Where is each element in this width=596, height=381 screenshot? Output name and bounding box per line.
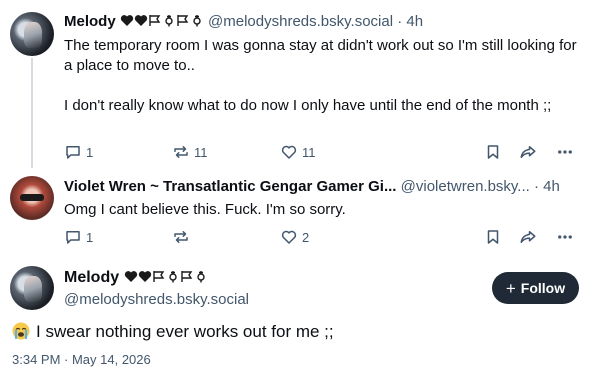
reply-button[interactable]: 1 — [64, 142, 93, 162]
repost-button[interactable]: 11 — [172, 142, 208, 162]
post2-header: Violet Wren ~ Transatlantic Gengar Gamer… — [64, 177, 560, 197]
main-handle[interactable]: @melodyshreds.bsky.social — [64, 291, 249, 308]
black-heart-icon — [138, 271, 151, 282]
transgender-symbol-icon — [196, 271, 205, 283]
main-post-text: I swear nothing ever works out for me ;; — [36, 322, 334, 341]
white-flag-icon — [149, 15, 161, 26]
reply-count: 1 — [86, 144, 94, 160]
share-button[interactable] — [519, 227, 537, 247]
post2-time[interactable]: 4h — [543, 178, 560, 195]
transgender-symbol-icon — [165, 15, 173, 27]
name-emoji-decoration — [124, 269, 208, 286]
plus-icon: + — [505, 278, 516, 298]
white-flag-icon — [152, 271, 164, 282]
post1-display-name[interactable]: Melody — [64, 13, 116, 30]
reply-button[interactable]: 1 — [64, 227, 93, 247]
black-heart-icon — [120, 15, 134, 26]
white-flag-icon — [180, 271, 192, 282]
post1-paragraph: I don't really know what to do now I onl… — [64, 97, 552, 114]
reply-count: 1 — [86, 229, 94, 245]
post1-text: The temporary room I was gonna stay at d… — [64, 36, 584, 116]
like-button[interactable]: 11 — [280, 142, 316, 162]
follow-button[interactable]: + Follow — [492, 272, 579, 304]
post1-time[interactable]: 4h — [406, 13, 423, 30]
like-button[interactable]: 2 — [280, 227, 309, 247]
post2-actions: 1 2 — [64, 227, 584, 247]
repost-icon — [174, 231, 188, 243]
main-post-author: Melody — [64, 268, 208, 288]
transgender-symbol-icon — [168, 271, 177, 283]
post1-paragraph: The temporary room I was gonna stay at d… — [64, 37, 577, 74]
like-count: 2 — [302, 229, 310, 245]
bookmark-button[interactable] — [484, 142, 502, 162]
share-icon — [520, 146, 536, 158]
post2-handle[interactable]: @violetwren.bsky... — [401, 178, 530, 195]
repost-icon — [174, 146, 188, 158]
violet-avatar[interactable] — [10, 176, 54, 220]
separator-dot: · — [397, 13, 403, 30]
main-handle-row: @melodyshreds.bsky.social — [64, 290, 249, 310]
share-button[interactable] — [519, 142, 537, 162]
black-heart-icon — [134, 15, 148, 26]
post1-header: Melody @melodyshreds.bsky.social · 4h — [64, 12, 423, 32]
white-flag-icon — [177, 15, 189, 26]
repost-button[interactable] — [172, 227, 194, 247]
post1-handle[interactable]: @melodyshreds.bsky.social — [208, 13, 393, 30]
like-icon — [281, 145, 297, 159]
melody-avatar[interactable] — [10, 266, 54, 310]
post-timestamp[interactable]: 3:34 PM · May 14, 2026 — [12, 352, 151, 367]
transgender-symbol-icon — [193, 15, 201, 27]
separator-dot: · — [533, 178, 539, 195]
thread-line — [31, 58, 33, 168]
post2-text: Omg I cant believe this. Fuck. I'm so so… — [64, 201, 346, 218]
repost-count: 11 — [194, 144, 208, 160]
more-options-button[interactable] — [556, 142, 574, 162]
reply-icon — [66, 146, 80, 159]
main-post-text-row: I swear nothing ever works out for me ;; — [12, 320, 334, 344]
post2-display-name[interactable]: Violet Wren ~ Transatlantic Gengar Gamer… — [64, 178, 396, 195]
main-display-name[interactable]: Melody — [64, 269, 119, 286]
melody-avatar[interactable] — [10, 12, 54, 56]
name-emoji-decoration — [120, 13, 208, 30]
more-icon — [558, 150, 572, 154]
reply-icon — [66, 231, 80, 244]
post1-actions: 1 11 11 — [64, 142, 584, 162]
like-icon — [281, 230, 297, 244]
crying-face-emoji — [12, 322, 30, 340]
share-icon — [520, 231, 536, 243]
more-icon — [558, 235, 572, 239]
bookmark-button[interactable] — [484, 227, 502, 247]
bookmark-icon — [487, 145, 499, 159]
black-heart-icon — [124, 271, 137, 282]
bookmark-icon — [487, 230, 499, 244]
more-options-button[interactable] — [556, 227, 574, 247]
like-count: 11 — [302, 144, 316, 160]
follow-label: Follow — [520, 280, 566, 296]
